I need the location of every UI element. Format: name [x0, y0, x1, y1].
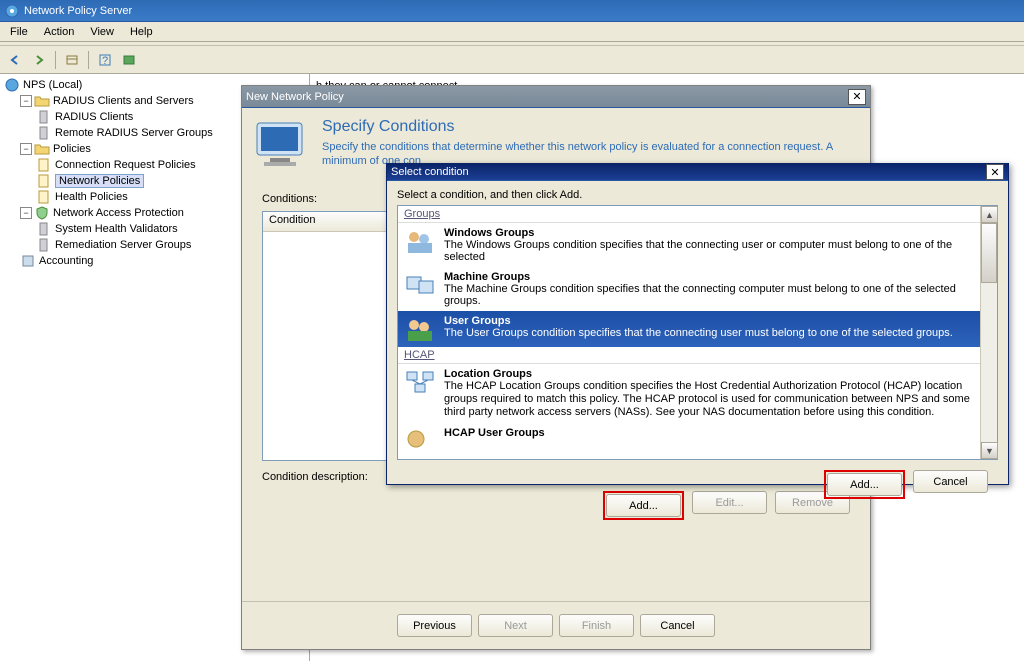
condition-hcap-user-groups[interactable]: HCAP User Groups	[398, 423, 980, 459]
network-icon	[404, 368, 436, 396]
scroll-up-button[interactable]: ▲	[981, 206, 998, 223]
select-condition-dialog: Select condition ✕ Select a condition, a…	[386, 163, 1009, 485]
scroll-down-button[interactable]: ▼	[981, 442, 998, 459]
dialog-titlebar[interactable]: Select condition ✕	[387, 164, 1008, 181]
previous-button[interactable]: Previous	[397, 614, 472, 637]
menu-action[interactable]: Action	[36, 24, 83, 40]
condition-location-groups[interactable]: Location GroupsThe HCAP Location Groups …	[398, 364, 980, 423]
toolbar-icon-3[interactable]	[118, 49, 140, 71]
server-icon	[36, 237, 52, 253]
scrollbar[interactable]: ▲ ▼	[980, 206, 997, 459]
finish-button: Finish	[559, 614, 634, 637]
wizard-heading: Specify Conditions	[322, 118, 860, 136]
server-icon	[36, 125, 52, 141]
users-icon	[404, 427, 436, 455]
cancel-button[interactable]: Cancel	[640, 614, 715, 637]
tree-root[interactable]: NPS (Local)	[23, 79, 82, 91]
wizard-titlebar[interactable]: New Network Policy ✕	[242, 86, 870, 108]
dialog-title: Select condition	[391, 166, 469, 178]
people-icon	[404, 227, 436, 255]
tree-policies[interactable]: Policies	[53, 143, 91, 155]
tree-nap[interactable]: Network Access Protection	[53, 207, 184, 219]
next-button: Next	[478, 614, 553, 637]
tree-remote-groups[interactable]: Remote RADIUS Server Groups	[55, 127, 213, 139]
shield-icon	[34, 205, 50, 221]
server-icon	[36, 109, 52, 125]
condition-machine-groups[interactable]: Machine GroupsThe Machine Groups conditi…	[398, 267, 980, 311]
condition-list[interactable]: Groups Windows GroupsThe Windows Groups …	[397, 205, 998, 460]
monitor-icon	[252, 118, 312, 173]
policy-icon	[36, 189, 52, 205]
menubar: File Action View Help	[0, 22, 1024, 42]
nps-icon	[4, 77, 20, 93]
condition-user-groups[interactable]: User GroupsThe User Groups condition spe…	[398, 311, 980, 347]
tree-rsg[interactable]: Remediation Server Groups	[55, 239, 191, 251]
group-label-hcap: HCAP	[398, 347, 980, 364]
folder-icon	[34, 93, 50, 109]
back-button[interactable]	[4, 49, 26, 71]
folder-icon	[34, 141, 50, 157]
tree-shv[interactable]: System Health Validators	[55, 223, 178, 235]
tree-radius[interactable]: RADIUS Clients and Servers	[53, 95, 194, 107]
menu-file[interactable]: File	[2, 24, 36, 40]
dialog-instruction: Select a condition, and then click Add.	[397, 189, 998, 201]
users-icon	[404, 315, 436, 343]
policy-icon	[36, 157, 52, 173]
menu-view[interactable]: View	[82, 24, 122, 40]
tree-crp[interactable]: Connection Request Policies	[55, 159, 196, 171]
app-icon	[4, 3, 20, 19]
toolbar-icon-1[interactable]	[61, 49, 83, 71]
forward-button[interactable]	[28, 49, 50, 71]
condition-windows-groups[interactable]: Windows GroupsThe Windows Groups conditi…	[398, 223, 980, 267]
dialog-cancel-button[interactable]: Cancel	[913, 470, 988, 493]
refresh-button[interactable]: ?	[94, 49, 116, 71]
menu-help[interactable]: Help	[122, 24, 161, 40]
main-titlebar[interactable]: Network Policy Server	[0, 0, 1024, 22]
computers-icon	[404, 271, 436, 299]
close-icon[interactable]: ✕	[986, 164, 1004, 180]
expand-nap[interactable]: −	[20, 207, 32, 219]
tree-accounting[interactable]: Accounting	[39, 255, 93, 267]
expand-radius[interactable]: −	[20, 95, 32, 107]
svg-text:?: ?	[102, 55, 108, 67]
policy-icon	[36, 173, 52, 189]
expand-policies[interactable]: −	[20, 143, 32, 155]
toolbar: ?	[0, 46, 1024, 74]
close-icon[interactable]: ✕	[848, 89, 866, 105]
group-label-groups: Groups	[398, 206, 980, 223]
main-title: Network Policy Server	[24, 5, 132, 17]
accounting-icon	[20, 253, 36, 269]
tree-hp[interactable]: Health Policies	[55, 191, 128, 203]
tree-network-policies[interactable]: Network Policies	[55, 174, 144, 188]
server-icon	[36, 221, 52, 237]
wizard-title: New Network Policy	[246, 91, 344, 103]
dialog-add-button[interactable]: Add...	[827, 473, 902, 496]
tree-radius-clients[interactable]: RADIUS Clients	[55, 111, 133, 123]
scroll-thumb[interactable]	[981, 223, 997, 283]
